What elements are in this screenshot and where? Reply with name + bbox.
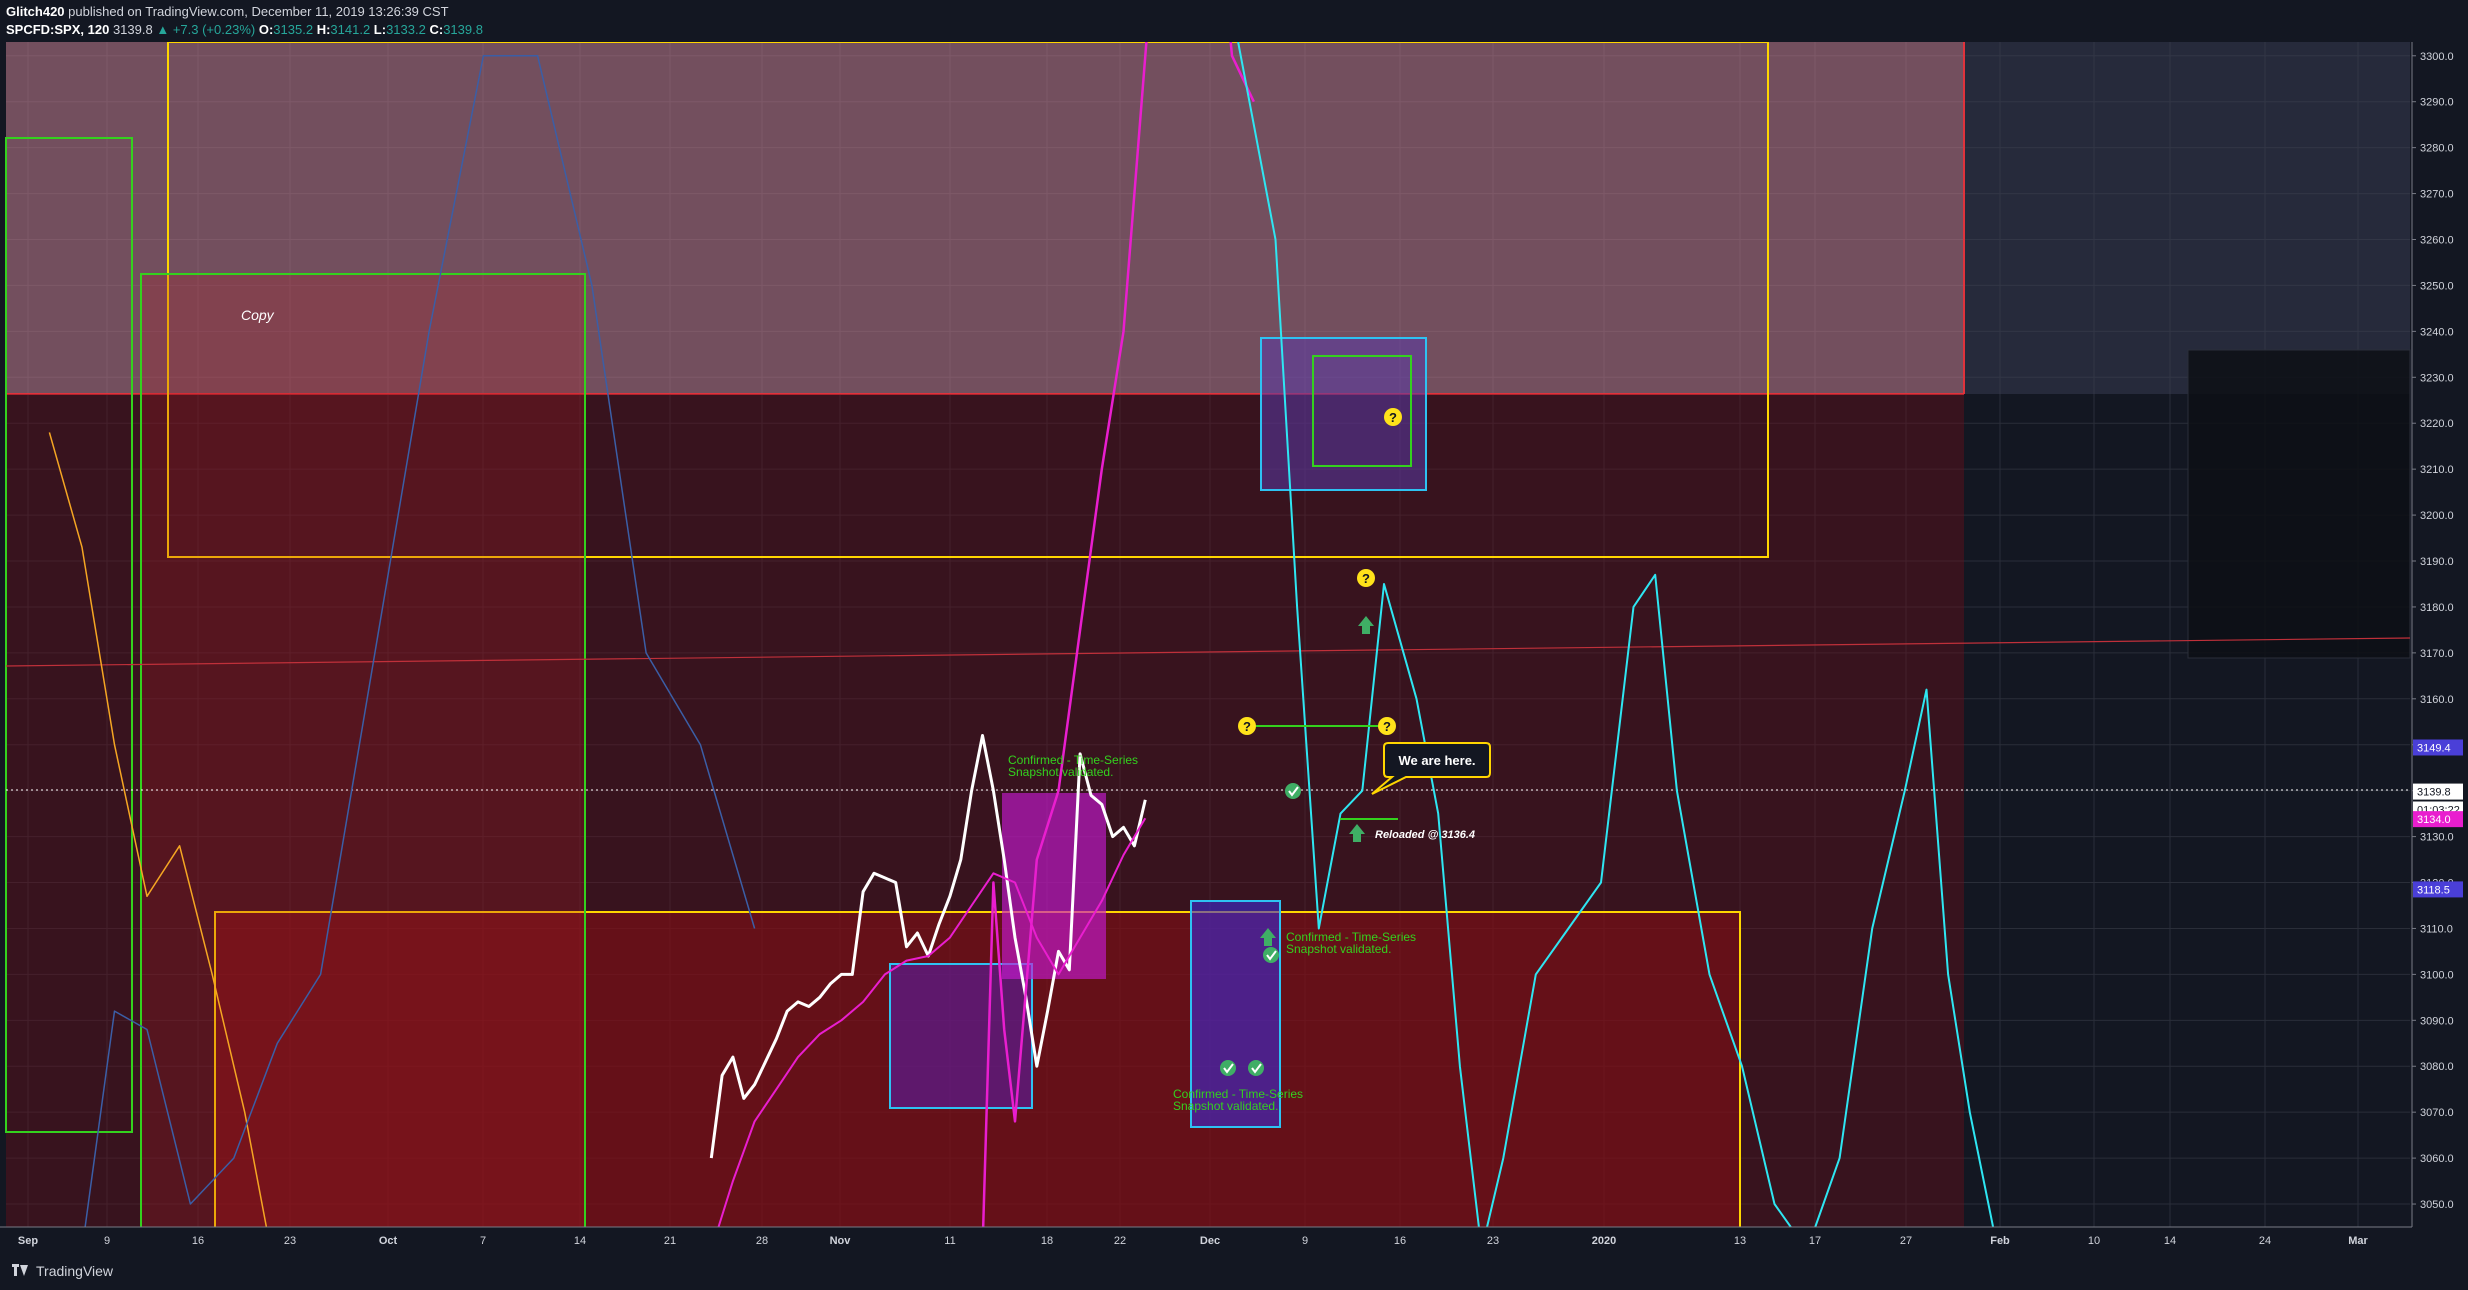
price-change-value: +7.3 (+0.23%) — [172, 22, 256, 37]
publish-line: Glitch420 published on TradingView.com, … — [6, 4, 449, 19]
time-tick-label: 16 — [192, 1235, 204, 1247]
last-price: 3139.8 — [112, 22, 153, 37]
resistance-zone-grey — [1964, 42, 2410, 394]
chart-header: Glitch420 published on TradingView.com, … — [0, 0, 2468, 42]
price-tick-label: 3180.0 — [2420, 602, 2454, 614]
price-tick-label: 3300.0 — [2420, 51, 2454, 63]
time-tick-label: 17 — [1809, 1235, 1821, 1247]
price-axis: 3050.0 3060.0 3070.0 3080.0 3090.0 3100.0 3110… — [2411, 42, 2468, 1227]
price-change: ▲ +7.3 (+0.23%) — [156, 22, 256, 37]
close-label: C: — [429, 22, 444, 37]
price-tick-label: 3130.0 — [2420, 832, 2454, 844]
price-tick-label: 3280.0 — [2420, 143, 2454, 155]
price-tick-label: 3050.0 — [2420, 1199, 2454, 1211]
price-tick-label: 3100.0 — [2420, 969, 2454, 981]
price-axis-bg — [2412, 42, 2468, 1227]
price-tick-label: 3090.0 — [2420, 1015, 2454, 1027]
reloaded-label: Reloaded @ 3136.4 — [1375, 829, 1475, 841]
dark-projection-box — [2187, 349, 2411, 659]
price-tick-label: 3240.0 — [2420, 326, 2454, 338]
publish-info: published on TradingView.com, December 1… — [68, 4, 449, 19]
time-tick-label: 23 — [284, 1235, 296, 1247]
time-tick-label: 28 — [756, 1235, 768, 1247]
price-tick-label: 3230.0 — [2420, 372, 2454, 384]
time-tick-label: 2020 — [1592, 1235, 1616, 1247]
price-tick-label: 3270.0 — [2420, 189, 2454, 201]
time-tick-label: 9 — [104, 1235, 110, 1247]
price-chart[interactable]: ??? ?CopyConfirmed - Time-SeriesSnapshot … — [0, 42, 2468, 1255]
check-icon — [1263, 947, 1279, 963]
close-value: 3139.8 — [443, 22, 483, 37]
copy-label: Copy — [241, 307, 275, 323]
high-label: H: — [316, 22, 331, 37]
open-label: O: — [258, 22, 274, 37]
question-marker-glyph: ? — [1389, 410, 1397, 425]
time-tick-label: Oct — [379, 1235, 398, 1247]
time-tick-label: Nov — [830, 1235, 852, 1247]
time-tick-label: Feb — [1990, 1235, 2010, 1247]
high-value: 3141.2 — [330, 22, 371, 37]
time-axis: Sep 9 16 23 Oct 7 14 21 28 Nov 11 18 22 Dec 9 16 23 2020 1… — [0, 1226, 2468, 1255]
check-icon — [1285, 783, 1301, 799]
price-tick-label: 3170.0 — [2420, 648, 2454, 660]
snapshot-label: Snapshot validated. — [1286, 942, 1391, 956]
price-label: 3134.0 — [2417, 814, 2451, 826]
price-label: 3149.4 — [2417, 742, 2451, 754]
time-tick-label: 24 — [2259, 1235, 2271, 1247]
time-tick-label: 22 — [1114, 1235, 1126, 1247]
time-tick-label: Mar — [2348, 1235, 2368, 1247]
price-tick-label: 3260.0 — [2420, 235, 2454, 247]
question-marker-glyph: ? — [1243, 719, 1251, 734]
green-box-mid — [140, 273, 586, 1235]
time-tick-label: 14 — [574, 1235, 586, 1247]
price-tick-label: 3220.0 — [2420, 418, 2454, 430]
tradingview-brand: TradingView — [36, 1263, 114, 1279]
price-tick-label: 3190.0 — [2420, 556, 2454, 568]
chart-footer: TradingView — [0, 1255, 2468, 1290]
price-tick-label: 3200.0 — [2420, 510, 2454, 522]
time-tick-label: 14 — [2164, 1235, 2176, 1247]
check-icon — [1248, 1060, 1264, 1076]
question-marker-glyph: ? — [1362, 571, 1370, 586]
open-value: 3135.2 — [273, 22, 314, 37]
check-icon — [1220, 1060, 1236, 1076]
snapshot-label: Snapshot validated. — [1008, 765, 1113, 779]
price-label: 3139.8 — [2417, 787, 2451, 799]
price-tick-label: 3210.0 — [2420, 464, 2454, 476]
price-tick-label: 3160.0 — [2420, 694, 2454, 706]
tradingview-logo[interactable]: TradingView — [12, 1263, 113, 1279]
time-tick-label: 13 — [1734, 1235, 1746, 1247]
price-tick-label: 3290.0 — [2420, 97, 2454, 109]
time-tick-label: Sep — [18, 1235, 38, 1247]
time-tick-label: 7 — [480, 1235, 486, 1247]
low-label: L: — [373, 22, 387, 37]
time-tick-label: 9 — [1302, 1235, 1308, 1247]
ohlc-legend: SPCFD:SPX, 120 3139.8 ▲ +7.3 (+0.23%) O:… — [6, 22, 483, 37]
price-tick-label: 3250.0 — [2420, 280, 2454, 292]
price-label: 3118.5 — [2417, 884, 2450, 896]
tradingview-icon — [12, 1264, 28, 1276]
author-name[interactable]: Glitch420 — [6, 4, 65, 19]
time-tick-label: 11 — [944, 1235, 955, 1247]
symbol-label[interactable]: SPCFD:SPX, 120 — [6, 22, 109, 37]
low-value: 3133.2 — [386, 22, 426, 37]
time-tick-label: 18 — [1041, 1235, 1053, 1247]
price-tick-label: 3060.0 — [2420, 1153, 2454, 1165]
time-tick-label: 10 — [2088, 1235, 2100, 1247]
we-are-here-label: We are here. — [1398, 753, 1475, 768]
price-tick-label: 3110.0 — [2420, 923, 2453, 935]
time-tick-label: 23 — [1487, 1235, 1499, 1247]
snapshot-label: Snapshot validated. — [1173, 1099, 1278, 1113]
time-tick-label: 16 — [1394, 1235, 1406, 1247]
time-tick-label: 21 — [664, 1235, 676, 1247]
time-tick-label: Dec — [1200, 1235, 1220, 1247]
price-tick-label: 3080.0 — [2420, 1061, 2454, 1073]
price-tick-label: 3070.0 — [2420, 1107, 2454, 1119]
time-tick-label: 27 — [1900, 1235, 1912, 1247]
question-marker-glyph: ? — [1383, 719, 1391, 734]
